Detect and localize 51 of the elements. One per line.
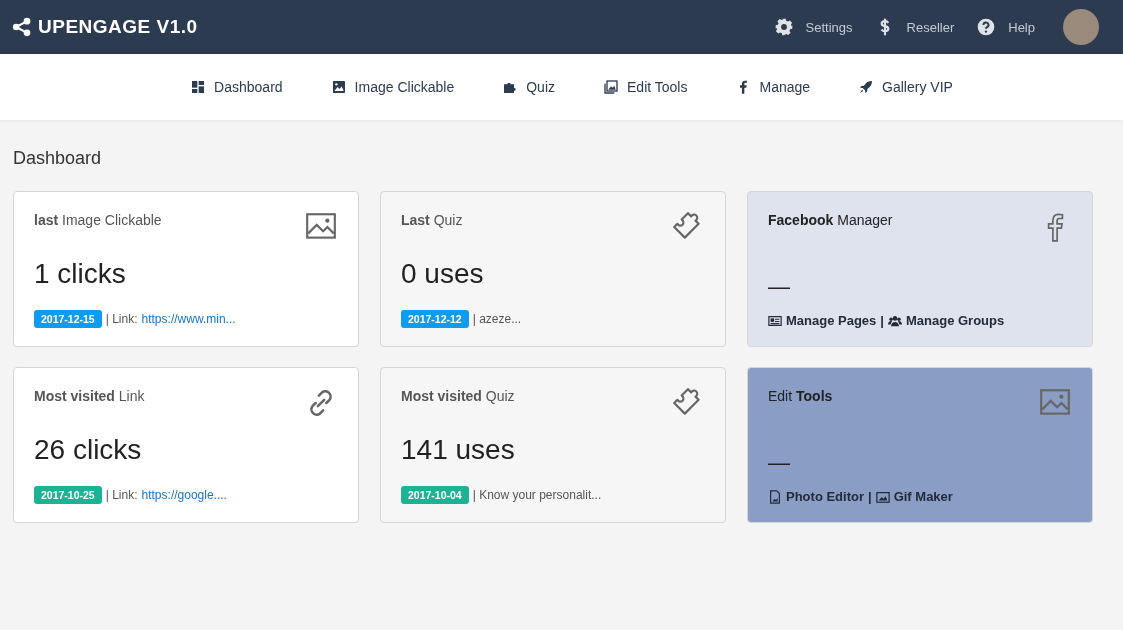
users-icon [887, 313, 902, 328]
tool-link[interactable]: Gif Maker [875, 489, 953, 504]
top-menu-item[interactable]: Help [976, 17, 1035, 37]
date-badge: 2017-10-25 [34, 486, 102, 504]
separator: | [880, 313, 884, 328]
gear-icon [773, 17, 794, 37]
nav-item[interactable]: Gallery VIP [858, 79, 953, 95]
tool-link[interactable]: Manage Pages [768, 313, 877, 328]
newspaper-icon [768, 313, 782, 328]
card-title: last Image Clickable [34, 212, 162, 228]
stat-value: 1 clicks [34, 258, 127, 290]
top-menu-item[interactable]: Settings [773, 17, 853, 37]
card-note: | azeze... [472, 312, 522, 326]
empty-value: — [768, 274, 791, 300]
page-title: Dashboard [13, 148, 103, 169]
tool-link[interactable]: Manage Groups [887, 313, 1005, 328]
avatar[interactable] [1063, 9, 1099, 45]
card-note: | Know your personalit... [472, 488, 602, 502]
tool-link[interactable]: Photo Editor [768, 489, 864, 504]
share-icon [12, 17, 32, 37]
stat-value: 0 uses [401, 258, 485, 290]
card-title: Most visited Link [34, 388, 145, 404]
nav-item[interactable]: Quiz [502, 79, 555, 95]
card-note: | Link: [105, 312, 138, 326]
url-link[interactable]: https://google.... [141, 488, 227, 502]
stat-value: 26 clicks [34, 434, 143, 466]
dashboard-icon [190, 79, 207, 95]
nav-item[interactable]: Dashboard [190, 79, 283, 95]
card-title: Edit Tools [768, 388, 833, 404]
stat-value: 141 uses [401, 434, 516, 466]
rocket-icon [858, 79, 875, 95]
image-icon [875, 489, 890, 504]
nav-item[interactable]: Image Clickable [330, 79, 455, 95]
images-icon [603, 79, 619, 95]
app-title: UPENGAGE V1.0 [38, 16, 198, 38]
date-badge: 2017-12-12 [401, 310, 469, 328]
help-icon [976, 17, 997, 37]
top-menu-item[interactable]: Reseller [874, 17, 955, 37]
card-title: Last Quiz [401, 212, 463, 228]
card-note: | Link: [105, 488, 138, 502]
nav-item[interactable]: Edit Tools [603, 79, 688, 95]
date-badge: 2017-12-15 [34, 310, 102, 328]
date-badge: 2017-10-04 [401, 486, 469, 504]
separator: | [868, 489, 872, 504]
card-title: Most visited Quiz [401, 388, 515, 404]
url-link[interactable]: https://www.min... [141, 312, 236, 326]
image-icon [330, 79, 347, 95]
card-title: Facebook Manager [768, 212, 893, 228]
image-file-icon [768, 489, 782, 504]
nav-item[interactable]: Manage [735, 79, 811, 95]
empty-value: — [768, 450, 791, 476]
